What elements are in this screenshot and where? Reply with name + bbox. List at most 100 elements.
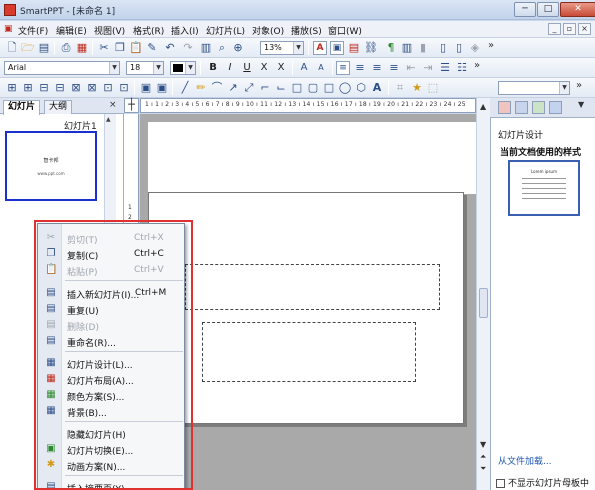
subtitle-placeholder[interactable]	[202, 322, 416, 382]
align-center-icon[interactable]: ≡	[353, 61, 367, 75]
curve-icon[interactable]: ⌒	[210, 81, 224, 95]
zoom-select[interactable]: 13% ▼	[260, 41, 304, 55]
close-button[interactable]: ✕	[560, 2, 595, 17]
strikethrough-button[interactable]: X	[257, 61, 271, 75]
font-select[interactable]: Arial ▼	[4, 61, 120, 75]
chevron-down-icon[interactable]: ▼	[578, 100, 584, 109]
crop-icon[interactable]: ▣	[155, 81, 169, 95]
menu-view[interactable]: 视图(V)	[94, 24, 125, 37]
flip-icon[interactable]: ⊡	[117, 81, 131, 95]
shrink-font-button[interactable]: A	[314, 61, 328, 75]
paste-icon[interactable]: 📋	[129, 41, 143, 55]
bullets-icon[interactable]: ☰	[438, 61, 452, 75]
align-right-icon[interactable]: ≡	[370, 61, 384, 75]
table-icon[interactable]: ▥	[199, 41, 213, 55]
distribute-icon[interactable]: ⊞	[21, 81, 35, 95]
freeform-icon[interactable]: ⬡	[354, 81, 368, 95]
arrow-line-icon[interactable]: ↗	[226, 81, 240, 95]
link-icon[interactable]: ⛓	[364, 41, 378, 55]
menu-insert[interactable]: 插入(I)	[171, 24, 199, 37]
scroll-thumb[interactable]	[479, 288, 488, 318]
checkbox-box[interactable]	[496, 479, 505, 488]
rotate-icon[interactable]: ⊡	[101, 81, 115, 95]
title-placeholder[interactable]	[185, 264, 440, 310]
symbol-icon[interactable]: ⌗	[393, 81, 407, 95]
shadow-button[interactable]: X	[274, 61, 288, 75]
font-size-select[interactable]: 18 ▼	[126, 61, 164, 75]
star-icon[interactable]: ★	[410, 81, 424, 95]
menu-play[interactable]: 播放(S)	[291, 24, 322, 37]
square-icon[interactable]: □	[322, 81, 336, 95]
load-from-file-link[interactable]: 从文件加载...	[498, 454, 552, 467]
callout-icon[interactable]: ⬚	[426, 81, 440, 95]
panel-close-button[interactable]: ×	[109, 100, 117, 110]
wordart-icon[interactable]: A	[370, 81, 384, 95]
send-back-icon[interactable]: ⊠	[85, 81, 99, 95]
tab-slides[interactable]: 幻灯片	[3, 100, 41, 115]
design-icon[interactable]	[498, 101, 511, 114]
style-select[interactable]: ▼	[498, 81, 570, 95]
save-icon[interactable]: ▤	[37, 41, 51, 55]
pencil-icon[interactable]: ✏	[194, 81, 208, 95]
rounded-rect-icon[interactable]: ▢	[306, 81, 320, 95]
copy-icon[interactable]: ❐	[113, 41, 127, 55]
editor-scrollbar[interactable]: ▲ ▼ ⏶ ⏷	[476, 98, 490, 490]
layout-icon[interactable]	[515, 101, 528, 114]
help-icon[interactable]: ◈	[468, 41, 482, 55]
hide-master-checkbox[interactable]: 不显示幻灯片母板中的	[496, 476, 595, 490]
paragraph-icon[interactable]: ¶	[384, 41, 398, 55]
justify-icon[interactable]: ≡	[387, 61, 401, 75]
print-icon[interactable]: ⎙	[59, 41, 73, 55]
doc-close-button[interactable]: ×	[578, 23, 591, 35]
maximize-button[interactable]: □	[537, 2, 559, 17]
menu-object[interactable]: 对象(O)	[252, 24, 284, 37]
align-objects-icon[interactable]: ⊞	[5, 81, 19, 95]
background-icon[interactable]	[549, 101, 562, 114]
rectangle-icon[interactable]: □	[290, 81, 304, 95]
insert-image-icon[interactable]: ▣	[330, 41, 344, 55]
decrease-indent-icon[interactable]: ⇤	[404, 61, 418, 75]
connector-icon[interactable]: ⌙	[274, 81, 288, 95]
insert-text-icon[interactable]: A	[313, 41, 327, 55]
slide-view-icon[interactable]: ▯	[436, 41, 450, 55]
bring-front-icon[interactable]: ⊠	[69, 81, 83, 95]
line-icon[interactable]: ╱	[178, 81, 192, 95]
minimize-button[interactable]: ─	[514, 2, 536, 17]
next-slide-icon[interactable]: ⏷	[480, 464, 486, 474]
color-icon[interactable]	[532, 101, 545, 114]
format-painter-icon[interactable]: ✎	[145, 41, 159, 55]
new-icon[interactable]: 🗋	[5, 41, 19, 55]
menu-window[interactable]: 窗口(W)	[328, 24, 362, 37]
slide-thumbnail[interactable]: 智卡邦 www.ppt.com	[5, 131, 97, 201]
bold-button[interactable]: B	[206, 61, 220, 75]
menu-file[interactable]: 文件(F)	[18, 24, 48, 37]
ellipse-icon[interactable]: ◯	[338, 81, 352, 95]
style-thumbnail[interactable]: Lorem ipsum	[508, 160, 580, 216]
find-icon[interactable]: ⌕	[215, 41, 229, 55]
toolbar3-more[interactable]: »	[576, 80, 582, 91]
scroll-up-icon[interactable]: ▲	[106, 116, 111, 123]
print-preview-icon[interactable]: ▦	[75, 41, 89, 55]
scroll-up-icon[interactable]: ▲	[480, 102, 486, 111]
chart-bar-icon[interactable]: ▮	[416, 41, 430, 55]
doc-minimize-button[interactable]: _	[548, 23, 561, 35]
zoom-icon[interactable]: ⊕	[231, 41, 245, 55]
open-icon[interactable]: 🗁	[21, 41, 35, 55]
toolbar2-more[interactable]: »	[474, 60, 480, 71]
outline-view-icon[interactable]: ▯	[452, 41, 466, 55]
redo-icon[interactable]: ↷	[181, 41, 195, 55]
align-left-icon[interactable]: ≡	[336, 61, 350, 75]
insert-chart-icon[interactable]: ▤	[347, 41, 361, 55]
undo-icon[interactable]: ↶	[163, 41, 177, 55]
toolbar1-more[interactable]: »	[488, 40, 494, 51]
double-arrow-icon[interactable]: ⤢	[242, 81, 256, 95]
numbering-icon[interactable]: ☷	[455, 61, 469, 75]
prev-slide-icon[interactable]: ⏶	[480, 452, 486, 462]
menu-edit[interactable]: 编辑(E)	[56, 24, 87, 37]
group-icon[interactable]: ⊟	[37, 81, 51, 95]
underline-button[interactable]: U	[240, 61, 254, 75]
italic-button[interactable]: I	[223, 61, 237, 75]
grow-font-button[interactable]: A	[297, 61, 311, 75]
doc-restore-button[interactable]: ▫	[563, 23, 576, 35]
scroll-down-icon[interactable]: ▼	[480, 440, 486, 449]
